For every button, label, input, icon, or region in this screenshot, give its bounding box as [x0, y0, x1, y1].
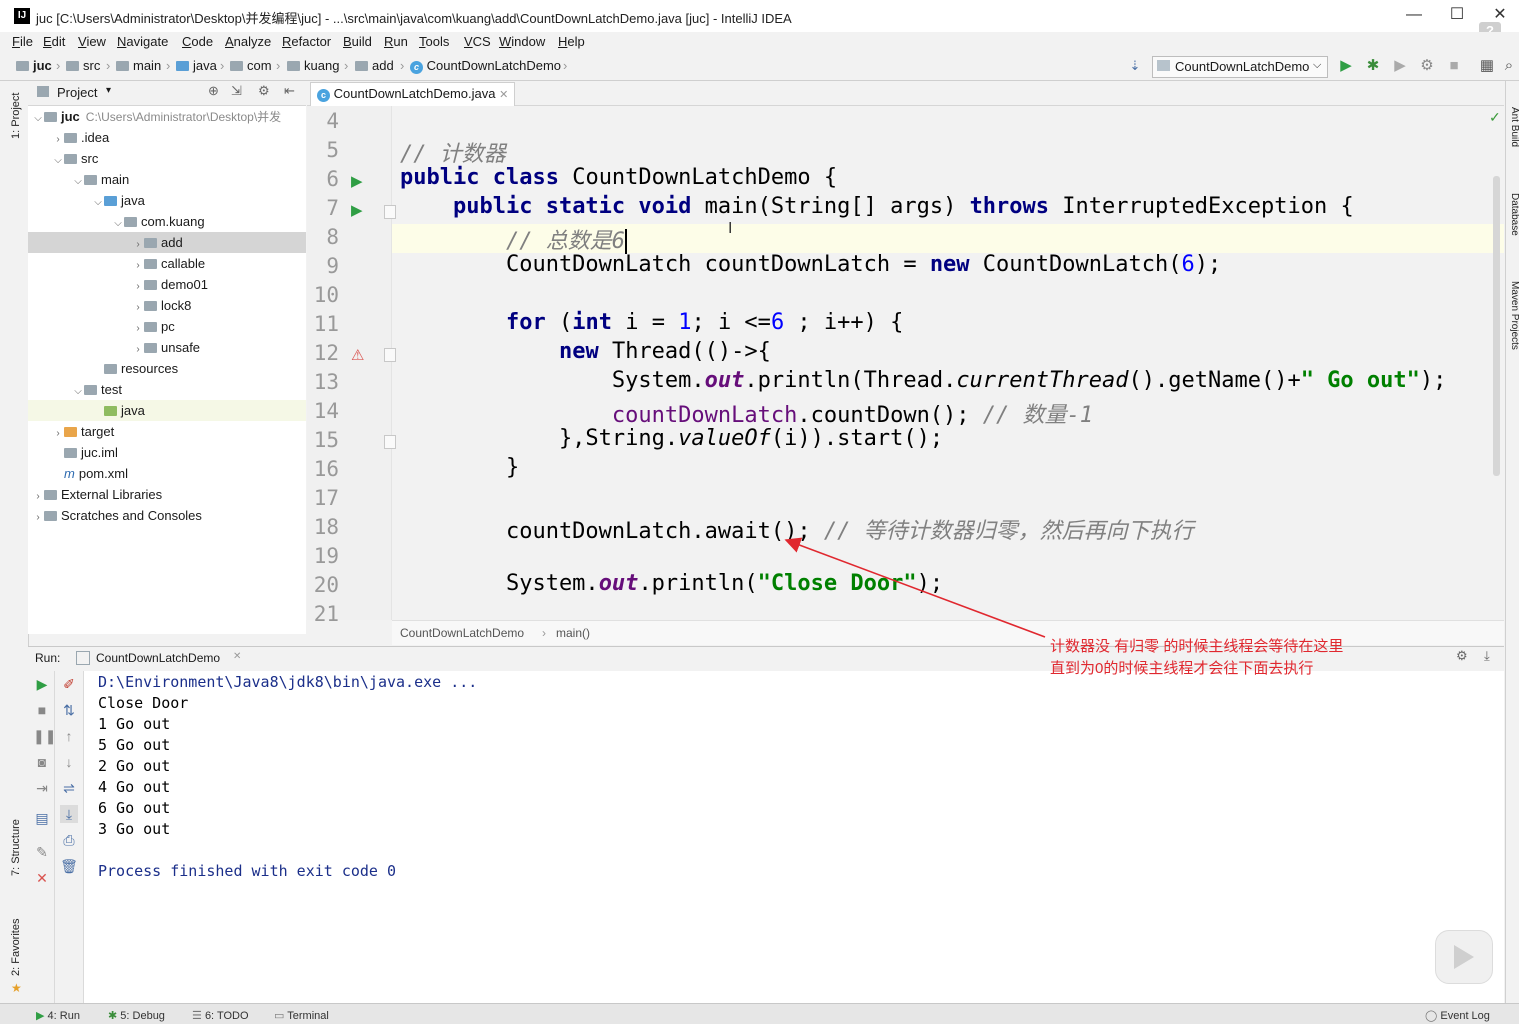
- annotation-line-2: 直到为0的时候主线程才会往下面去执行: [1050, 660, 1314, 677]
- video-play-button[interactable]: [1435, 930, 1493, 984]
- annotation-line-1: 计数器没 有归零 的时候主线程会等待在这里: [1050, 638, 1344, 655]
- annotation-note: 计数器没 有归零 的时候主线程会等待在这里 直到为0的时候主线程才会往下面去执行: [1050, 636, 1343, 680]
- event-log-button[interactable]: ◯ Event Log: [1425, 1009, 1490, 1022]
- status-tab-terminal[interactable]: ▭ Terminal: [274, 1009, 329, 1022]
- play-icon: [1454, 945, 1474, 969]
- annotation-arrow: [784, 537, 1046, 638]
- status-bar: ▶ 4: Run ✱ 5: Debug ☰ 6: TODO ▭ Terminal…: [0, 1003, 1519, 1024]
- status-tab-todo[interactable]: ☰ 6: TODO: [192, 1009, 249, 1022]
- status-tab-run[interactable]: ▶ 4: Run: [36, 1009, 80, 1022]
- status-tab-debug[interactable]: ✱ 5: Debug: [108, 1009, 165, 1022]
